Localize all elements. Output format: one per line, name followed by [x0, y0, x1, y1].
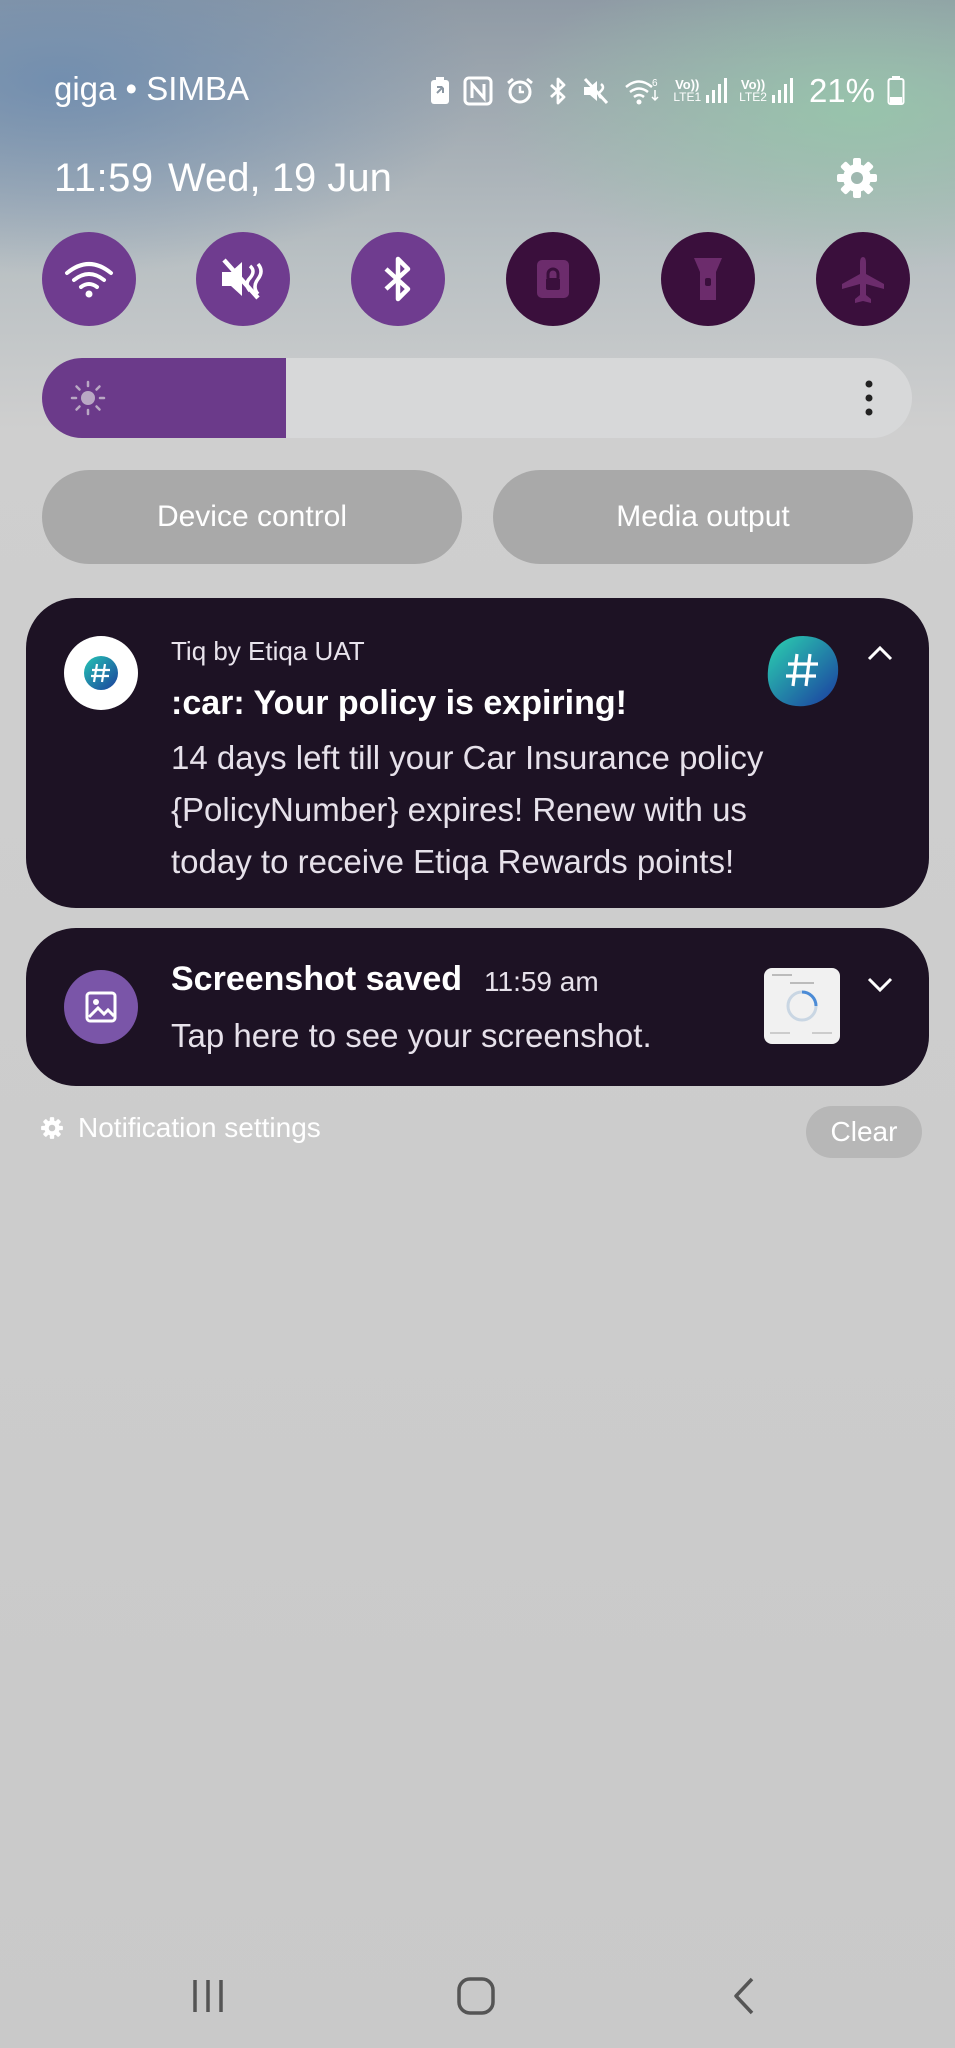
bluetooth-icon — [384, 256, 411, 302]
gear-icon — [837, 158, 877, 198]
app-logo-icon — [84, 656, 118, 690]
notification-card-screenshot[interactable]: Screenshot saved 11:59 am Tap here to se… — [26, 928, 929, 1086]
notification-card-tiq[interactable]: Tiq by Etiqa UAT :car: Your policy is ex… — [26, 598, 929, 908]
mute-icon — [222, 258, 263, 300]
battery-saver-icon — [429, 76, 451, 106]
wifi-icon — [65, 262, 113, 298]
notification-large-icon — [764, 632, 842, 710]
wifi-toggle[interactable] — [42, 232, 136, 326]
flashlight-icon — [694, 258, 722, 300]
app-logo-icon — [767, 636, 839, 707]
airplane-icon — [842, 257, 884, 303]
signal-icon — [771, 78, 793, 103]
device-control-button[interactable]: Device control — [42, 470, 462, 564]
more-options-icon — [865, 380, 873, 416]
gear-icon — [41, 1117, 63, 1139]
notification-title: :car: Your policy is expiring! — [171, 684, 627, 722]
collapse-chevron-icon[interactable] — [866, 644, 894, 662]
brightness-slider[interactable] — [42, 358, 912, 438]
notification-time: 11:59 am — [484, 966, 599, 997]
mute-icon — [581, 76, 611, 106]
notification-body-line: today to receive Etiqa Rewards points! — [171, 843, 735, 880]
notification-body: Tap here to see your screenshot. — [171, 1017, 652, 1054]
app-avatar — [64, 636, 138, 710]
home-button[interactable] — [446, 1966, 506, 2026]
rotation-lock-toggle[interactable] — [506, 232, 600, 326]
signal-1-group: Vo)) LTE1 — [673, 77, 728, 105]
network-2-label: LTE2 — [739, 90, 767, 104]
carrier-label: giga • SIMBA — [54, 70, 249, 107]
media-output-button[interactable]: Media output — [493, 470, 913, 564]
recents-icon — [193, 1980, 223, 2012]
expand-chevron-icon[interactable] — [866, 976, 894, 994]
settings-button[interactable] — [835, 156, 879, 200]
bluetooth-toggle[interactable] — [351, 232, 445, 326]
notification-settings-label: Notification settings — [78, 1112, 321, 1143]
bluetooth-icon — [547, 76, 569, 106]
airplane-toggle[interactable] — [816, 232, 910, 326]
notification-body: 14 days left till your Car Insurance pol… — [171, 732, 763, 888]
alarm-icon — [505, 76, 535, 106]
brightness-icon — [70, 380, 106, 416]
wifi-icon: 6 — [623, 76, 661, 106]
notification-body-line: 14 days left till your Car Insurance pol… — [171, 739, 764, 776]
battery-icon — [887, 76, 905, 106]
notification-title: Screenshot saved — [171, 960, 463, 998]
screenshot-preview-icon — [770, 974, 832, 1034]
home-icon — [457, 1977, 495, 2015]
svg-text:6: 6 — [652, 78, 658, 89]
lock-icon — [537, 260, 569, 298]
notification-app-name: Tiq by Etiqa UAT — [171, 636, 365, 666]
back-button[interactable] — [714, 1966, 774, 2026]
notification-body-line: {PolicyNumber} expires! Renew with us — [171, 791, 747, 828]
clear-button[interactable]: Clear — [806, 1106, 922, 1158]
screenshot-thumbnail[interactable] — [764, 968, 840, 1044]
nfc-icon — [463, 76, 493, 106]
app-avatar — [64, 970, 138, 1044]
signal-icon — [706, 78, 728, 103]
clock: 11:59 — [54, 156, 154, 200]
back-icon — [734, 1977, 754, 2015]
notification-settings-link[interactable]: Notification settings — [40, 1112, 321, 1144]
image-icon — [85, 991, 117, 1023]
recents-button[interactable] — [178, 1966, 238, 2026]
network-1-label: LTE1 — [673, 90, 702, 104]
signal-2-group: Vo)) LTE2 — [739, 77, 793, 105]
flashlight-toggle[interactable] — [661, 232, 755, 326]
status-icons: 6 Vo)) LTE1 Vo)) LTE2 21% — [429, 70, 905, 112]
date: Wed, 19 Jun — [168, 156, 392, 200]
sound-toggle[interactable] — [196, 232, 290, 326]
battery-percentage: 21% — [808, 72, 875, 109]
